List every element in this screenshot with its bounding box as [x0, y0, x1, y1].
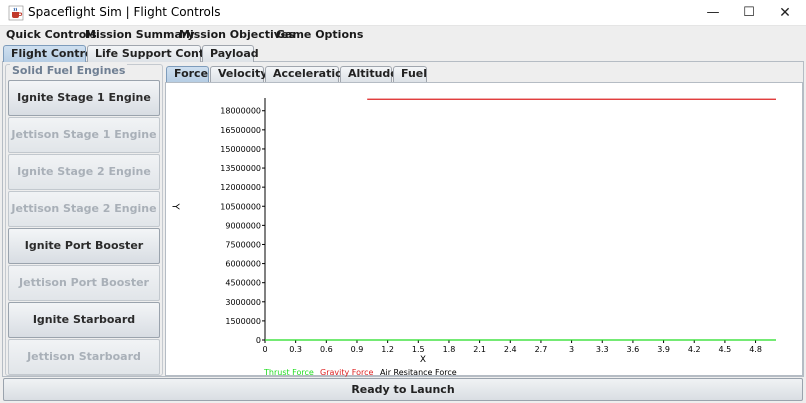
x-tick-label: 1.5 [412, 345, 425, 354]
coffee-cup-icon [8, 5, 24, 21]
y-tick-label: 10500000 [220, 202, 261, 211]
y-tick-label: 9000000 [225, 221, 261, 230]
x-tick-label: 3.3 [596, 345, 609, 354]
y-tick-label: 12000000 [220, 183, 261, 192]
tab-acceleration[interactable]: Acceleration [265, 66, 351, 82]
y-tick-label: 13500000 [220, 164, 261, 173]
force-chart: Y 0 1500000 3000000 4500000 6000000 7500000 90… [165, 82, 803, 377]
y-tick-label: 6000000 [225, 260, 261, 269]
x-tick-label: 4.5 [719, 345, 732, 354]
x-tick-label: 0.6 [320, 345, 333, 354]
ignite-stage-2-button[interactable]: Ignite Stage 2 Engine [8, 154, 160, 190]
tab-life-support-controls[interactable]: Life Support Controls [87, 45, 227, 62]
window-title: Spaceflight Sim | Flight Controls [28, 5, 221, 19]
launch-status-button[interactable]: Ready to Launch [3, 378, 803, 401]
x-tick-label: 4.8 [749, 345, 762, 354]
x-axis-title: X [420, 355, 426, 365]
y-tick-label: 18000000 [220, 107, 261, 116]
y-tick-label: 1500000 [225, 317, 261, 326]
ignite-starboard-booster-button[interactable]: Ignite Starboard Booster [8, 302, 160, 360]
engines-panel-title: Solid Fuel Engines [10, 64, 128, 77]
x-tick-label: 0.9 [351, 345, 364, 354]
x-tick-label: 3.9 [657, 345, 670, 354]
solid-fuel-engines-panel: Solid Fuel Engines Ignite Stage 1 Engine… [5, 64, 163, 397]
close-button[interactable]: ✕ [762, 0, 806, 26]
menu-game-options[interactable]: Game Options [276, 28, 363, 41]
menu-bar: Quick Controls Mission Summary Mission O… [0, 26, 806, 45]
y-tick-label: 0 [256, 336, 261, 345]
ignite-port-booster-button[interactable]: Ignite Port Booster [8, 228, 160, 264]
tab-flight-controls[interactable]: Flight Controls [3, 45, 103, 62]
y-tick-label: 3000000 [225, 298, 261, 307]
y-tick-label: 16500000 [220, 126, 261, 135]
x-tick-label: 2.7 [535, 345, 548, 354]
y-tick-label: 7500000 [225, 240, 261, 249]
ignite-stage-1-button[interactable]: Ignite Stage 1 Engine [8, 80, 160, 116]
jettison-stage-2-button[interactable]: Jettison Stage 2 Engine [8, 191, 160, 227]
x-tick-label: 0 [262, 345, 267, 354]
graph-tab-bar: Force Velocity Acceleration Altitude Fue… [165, 66, 805, 82]
jettison-starboard-booster-button[interactable]: Jettison Starboard Booster [8, 339, 160, 397]
tab-altitude[interactable]: Altitude [340, 66, 398, 82]
x-tick-label: 0.3 [289, 345, 302, 354]
jettison-port-booster-button[interactable]: Jettison Port Booster [8, 265, 160, 301]
x-tick-label: 3.6 [627, 345, 640, 354]
tab-velocity[interactable]: Velocity [210, 66, 267, 82]
x-tick-label: 1.8 [443, 345, 456, 354]
jettison-stage-1-button[interactable]: Jettison Stage 1 Engine [8, 117, 160, 153]
x-tick-label: 2.4 [504, 345, 517, 354]
y-tick-label: 4500000 [225, 279, 261, 288]
x-tick-label: 2.1 [473, 345, 486, 354]
x-tick-label: 3 [569, 345, 574, 354]
legend-thrust-force: Thrust Force [264, 368, 314, 377]
main-tab-bar: Flight Controls Life Support Controls Pa… [0, 45, 806, 62]
x-tick-label: 4.2 [688, 345, 701, 354]
title-bar: Spaceflight Sim | Flight Controls — ☐ ✕ [0, 0, 806, 26]
x-tick-label: 1.2 [381, 345, 394, 354]
legend-gravity-force: Gravity Force [320, 368, 374, 377]
tab-force[interactable]: Force [166, 66, 209, 82]
tab-fuel[interactable]: Fuel [393, 66, 427, 82]
legend-air-resistance-force: Air Resitance Force [380, 368, 457, 377]
tab-payload[interactable]: Payload [202, 45, 259, 62]
y-tick-label: 15000000 [220, 145, 261, 154]
menu-quick-controls[interactable]: Quick Controls [6, 28, 97, 41]
force-chart-svg: 0 1500000 3000000 4500000 6000000 7500000 9000… [220, 98, 776, 365]
